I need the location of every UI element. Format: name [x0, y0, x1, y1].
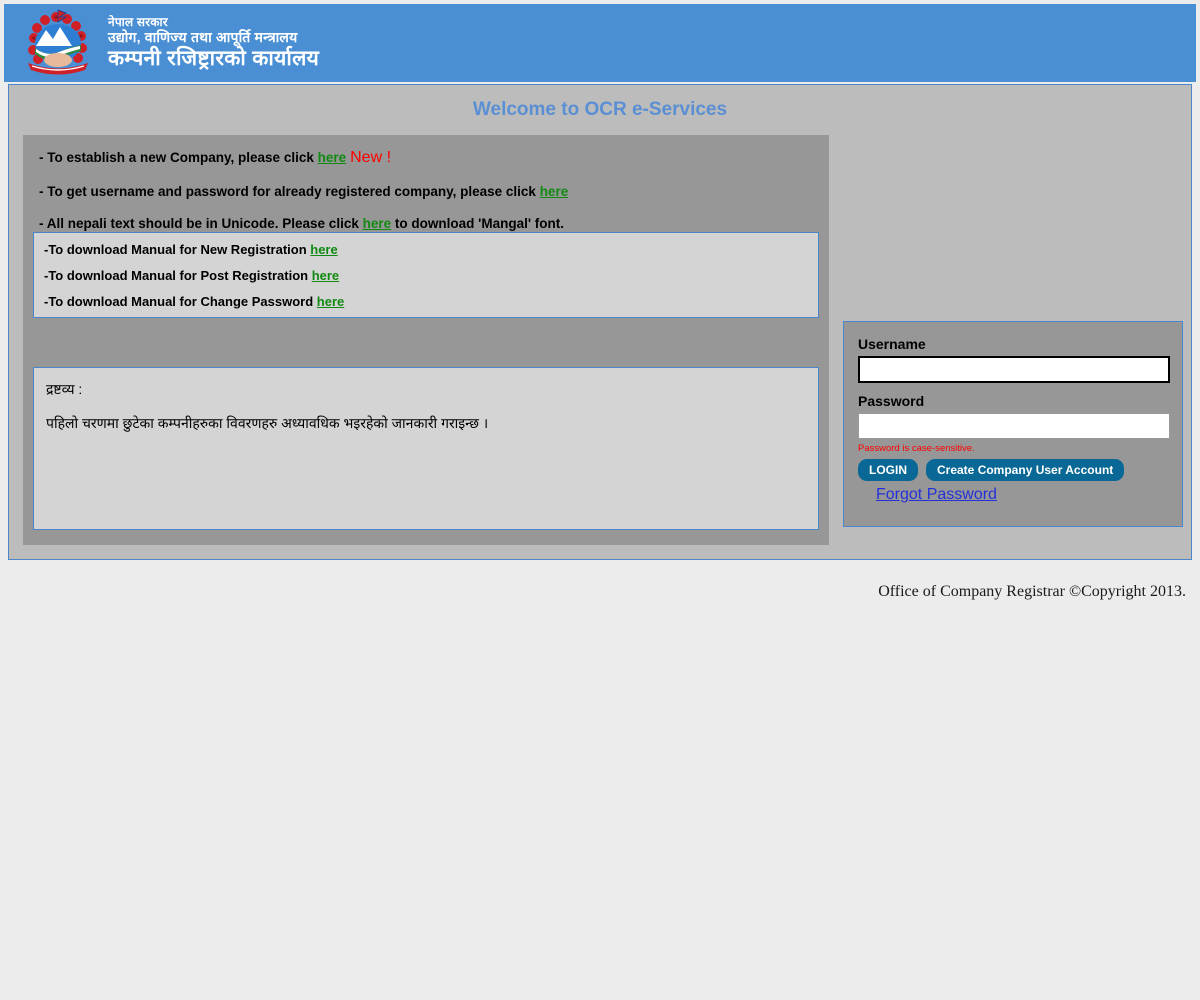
notice-title: द्रष्टव्य : — [46, 381, 83, 397]
forgot-password-row: Forgot Password — [858, 486, 1166, 504]
content-block: - To establish a new Company, please cli… — [23, 135, 829, 545]
manual-new-registration-text: -To download Manual for New Registration — [44, 242, 311, 257]
create-company-user-account-button[interactable]: Create Company User Account — [926, 459, 1125, 481]
username-input[interactable] — [858, 356, 1170, 383]
get-credentials-link[interactable]: here — [540, 184, 569, 199]
nepali-notice-box: द्रष्टव्य : पहिलो चरणमा छुटेका कम्पनीहरु… — [33, 367, 819, 530]
info-line-unicode-text-post: to download 'Mangal' font. — [391, 216, 565, 231]
manual-post-registration-text: -To download Manual for Post Registratio… — [44, 268, 312, 283]
password-hint: Password is case-sensitive. — [858, 443, 975, 454]
info-line-unicode-text: - All nepali text should be in Unicode. … — [39, 216, 363, 231]
info-line-credentials: - To get username and password for alrea… — [23, 184, 829, 199]
password-input[interactable] — [858, 413, 1170, 439]
footer-copyright: Office of Company Registrar ©Copyright 2… — [878, 583, 1186, 600]
password-label: Password — [858, 393, 925, 409]
header-title-group: नेपाल सरकार उद्योग, वाणिज्य तथा आपूर्ति … — [108, 14, 320, 71]
new-badge: New ! — [350, 149, 392, 166]
manual-post-registration: -To download Manual for Post Registratio… — [44, 268, 818, 283]
header-line-ministry: उद्योग, वाणिज्य तथा आपूर्ति मन्त्रालय — [108, 29, 298, 46]
manual-post-registration-link[interactable]: here — [312, 268, 339, 283]
login-button[interactable]: LOGIN — [858, 459, 918, 481]
manual-new-registration-link[interactable]: here — [310, 242, 337, 257]
manual-change-password-link[interactable]: here — [317, 294, 344, 309]
main-panel: Welcome to OCR e-Services - To establish… — [8, 84, 1192, 560]
manual-new-registration: -To download Manual for New Registration… — [44, 242, 818, 257]
manual-change-password: -To download Manual for Change Password … — [44, 294, 818, 309]
header-line-office: कम्पनी रजिष्ट्रारको कार्यालय — [108, 46, 320, 70]
site-header: नेपाल सरकार उद्योग, वाणिज्य तथा आपूर्ति … — [4, 4, 1196, 82]
manual-downloads-box: -To download Manual for New Registration… — [33, 232, 819, 318]
info-line-new-company-text: - To establish a new Company, please cli… — [39, 150, 318, 165]
notice-body: पहिलो चरणमा छुटेका कम्पनीहरुका विवरणहरु … — [46, 415, 489, 431]
page-title: Welcome to OCR e-Services — [472, 99, 728, 120]
header-line-government: नेपाल सरकार — [108, 14, 168, 29]
forgot-password-link[interactable]: Forgot Password — [876, 486, 997, 503]
info-line-credentials-text: - To get username and password for alrea… — [39, 184, 540, 199]
login-panel: Username Password Password is case-sensi… — [843, 321, 1183, 527]
username-label: Username — [858, 336, 926, 352]
login-button-row: LOGIN Create Company User Account — [858, 459, 1166, 481]
info-line-new-company: - To establish a new Company, please cli… — [23, 149, 829, 167]
nepal-government-emblem-icon — [22, 8, 94, 78]
manual-change-password-text: -To download Manual for Change Password — [44, 294, 317, 309]
download-mangal-font-link[interactable]: here — [363, 216, 392, 231]
establish-company-link[interactable]: here — [318, 150, 347, 165]
info-line-unicode-font: - All nepali text should be in Unicode. … — [23, 216, 829, 231]
